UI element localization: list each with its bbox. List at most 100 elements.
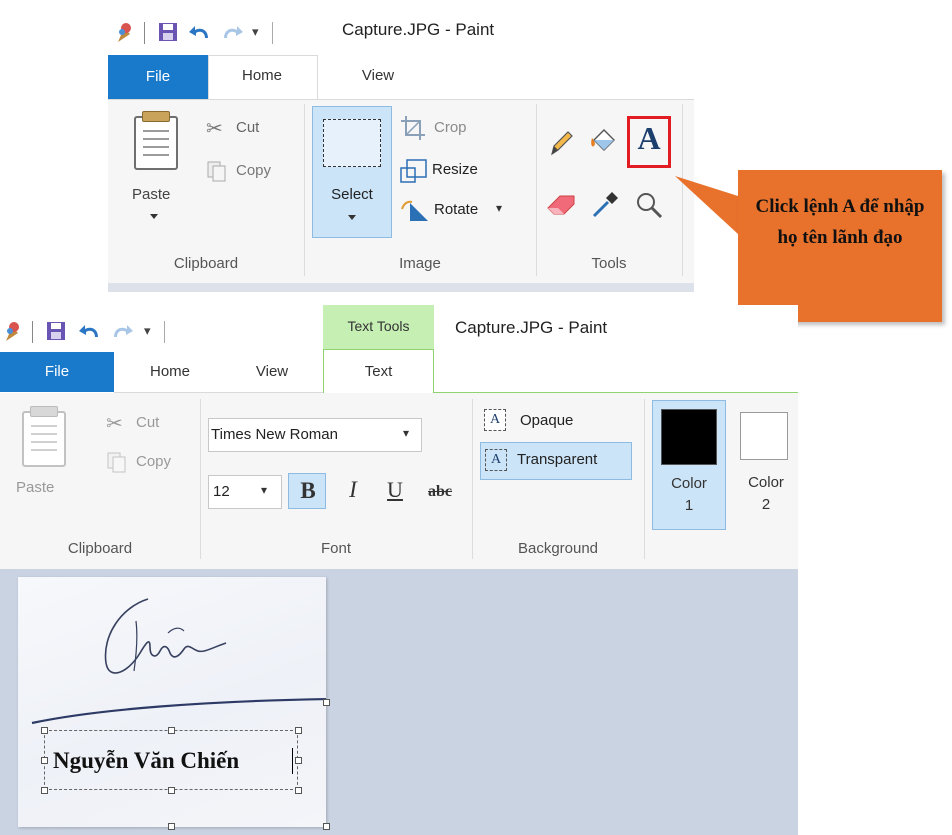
paste-button[interactable]: Paste: [14, 401, 84, 501]
copy-button[interactable]: Copy: [106, 449, 196, 475]
qat-customize-icon[interactable]: ▾: [144, 323, 151, 339]
select-button[interactable]: Select: [312, 106, 392, 238]
window-title: Capture.JPG - Paint: [455, 318, 608, 337]
callout-box: Click lệnh A để nhập họ tên lãnh đạo: [738, 170, 942, 322]
paste-label: Paste: [132, 186, 171, 203]
copy-icon: [106, 451, 128, 477]
paint-app-icon[interactable]: [2, 321, 22, 347]
qat-customize-icon[interactable]: ▾: [252, 24, 259, 40]
opaque-icon: A: [484, 409, 506, 431]
paste-button[interactable]: Paste: [124, 108, 188, 230]
crop-button[interactable]: Crop: [398, 114, 498, 142]
italic-glyph: I: [349, 477, 357, 502]
select-icon: [323, 119, 381, 167]
opaque-label: Opaque: [520, 412, 574, 429]
strikethrough-glyph: abc: [428, 483, 452, 500]
resize-button[interactable]: Resize: [398, 156, 508, 184]
canvas[interactable]: Nguyễn Văn Chiến: [18, 577, 331, 830]
save-icon[interactable]: [158, 22, 178, 46]
cut-label: Cut: [236, 119, 260, 136]
resize-icon: [400, 158, 428, 188]
undo-icon[interactable]: [188, 20, 212, 48]
resize-label: Resize: [432, 161, 478, 178]
text-box-handle[interactable]: [41, 787, 48, 794]
color2-button[interactable]: Color 2: [736, 400, 796, 530]
magnifier-icon[interactable]: [634, 190, 664, 224]
clipboard-group-label: Clipboard: [67, 540, 133, 557]
font-family-value: Times New Roman: [211, 426, 338, 443]
redo-icon[interactable]: [110, 319, 134, 347]
signature-image: [18, 577, 331, 731]
text-box-handle[interactable]: [295, 787, 302, 794]
copy-icon: [206, 160, 228, 186]
image-group-label: Image: [399, 255, 441, 272]
fill-bucket-icon[interactable]: [588, 124, 620, 160]
text-box-handle[interactable]: [41, 727, 48, 734]
scissors-icon: ✂: [206, 118, 223, 140]
chevron-down-icon: ▾: [403, 426, 410, 440]
text-cursor: [292, 748, 293, 774]
cut-label: Cut: [136, 414, 160, 431]
color2-label: Color 2: [748, 474, 784, 513]
bold-button[interactable]: B: [288, 473, 326, 509]
text-box-handle[interactable]: [41, 757, 48, 764]
tab-view[interactable]: View: [232, 363, 312, 380]
copy-button[interactable]: Copy: [206, 158, 296, 184]
save-icon[interactable]: [46, 321, 66, 345]
ribbon-bottom-border: [108, 283, 694, 292]
tab-home-label: Home: [241, 67, 282, 84]
text-box-handle[interactable]: [168, 787, 175, 794]
select-label: Select: [331, 186, 373, 203]
canvas-text: Nguyễn Văn Chiến: [53, 748, 240, 773]
tab-text-label: Text: [364, 363, 393, 380]
color1-button[interactable]: Color 1: [652, 400, 726, 530]
eraser-icon[interactable]: [544, 190, 578, 220]
canvas-resize-handle[interactable]: [323, 699, 330, 706]
tab-file[interactable]: File: [108, 55, 208, 99]
redo-icon[interactable]: [220, 20, 244, 48]
text-tool-icon[interactable]: A: [627, 120, 671, 157]
text-box-handle[interactable]: [295, 757, 302, 764]
pencil-icon[interactable]: [546, 128, 576, 162]
font-family-dropdown[interactable]: Times New Roman ▾: [208, 418, 422, 452]
font-size-dropdown[interactable]: 12 ▾: [208, 475, 282, 509]
cut-button[interactable]: ✂ Cut: [106, 411, 186, 437]
tab-view[interactable]: View: [338, 67, 418, 84]
copy-label: Copy: [136, 453, 172, 470]
canvas-resize-handle[interactable]: [168, 823, 175, 830]
rotate-dropdown-icon: ▾: [496, 201, 503, 215]
transparent-button[interactable]: A Transparent: [480, 442, 632, 480]
opaque-button[interactable]: A Opaque: [480, 407, 620, 437]
tab-file[interactable]: File: [0, 352, 114, 392]
callout-text: Click lệnh A để nhập họ tên lãnh đạo: [755, 196, 925, 248]
undo-icon[interactable]: [78, 319, 102, 347]
transparent-icon: A: [485, 449, 507, 471]
canvas-resize-handle[interactable]: [323, 823, 330, 830]
copy-label: Copy: [236, 162, 272, 179]
text-box-handle[interactable]: [295, 727, 302, 734]
font-size-value: 12: [213, 483, 230, 500]
chevron-down-icon: ▾: [261, 483, 268, 497]
rotate-label: Rotate: [434, 201, 479, 218]
color2-swatch: [740, 412, 788, 460]
top-paint-window: ▾ Capture.JPG - Paint File Home View Pas…: [108, 0, 694, 292]
paste-icon: [22, 406, 66, 467]
text-box[interactable]: Nguyễn Văn Chiến: [44, 730, 298, 790]
cut-button[interactable]: ✂ Cut: [206, 116, 286, 142]
underline-button[interactable]: U: [378, 473, 412, 509]
tab-home[interactable]: Home: [130, 363, 210, 380]
color-picker-icon[interactable]: [590, 188, 620, 222]
paint-app-icon[interactable]: [114, 22, 134, 48]
strikethrough-button[interactable]: abc: [420, 473, 460, 509]
paste-icon: [134, 111, 178, 170]
background-group-label: Background: [517, 540, 599, 557]
crop-label: Crop: [434, 119, 467, 136]
transparent-label: Transparent: [517, 451, 598, 468]
window-title: Capture.JPG - Paint: [342, 20, 495, 39]
paste-label: Paste: [16, 479, 55, 496]
italic-button[interactable]: I: [336, 473, 370, 509]
rotate-button[interactable]: Rotate ▾: [398, 197, 508, 225]
text-box-handle[interactable]: [168, 727, 175, 734]
bottom-paint-window: ▾ Text Tools Capture.JPG - Paint File Ho…: [0, 305, 798, 835]
color1-label: Color 1: [671, 475, 707, 514]
